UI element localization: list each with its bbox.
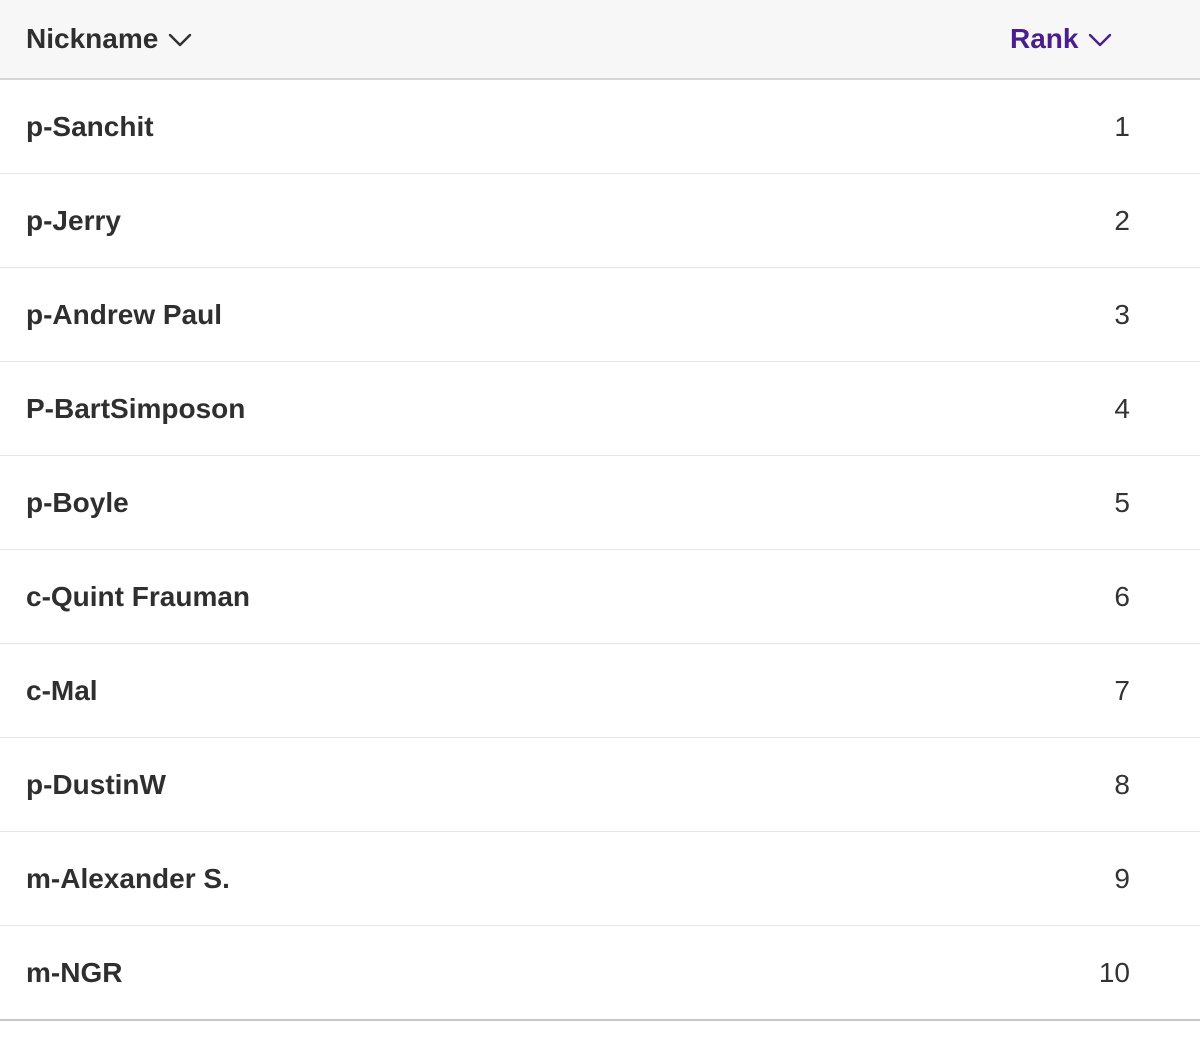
table-row[interactable]: p-Boyle 5 [0,456,1200,550]
rank-cell: 2 [1114,204,1130,236]
chevron-down-icon [1089,33,1112,47]
leaderboard-table: Nickname Rank p-Sanchit 1 p-Jerry 2 p-An… [0,0,1200,1040]
table-row[interactable]: c-Mal 7 [0,644,1200,738]
table-row[interactable]: c-Quint Frauman 6 [0,550,1200,644]
rank-cell: 6 [1114,580,1130,612]
sort-by-rank-header[interactable]: Rank [1010,0,1112,78]
nickname-cell: m-NGR [26,956,123,988]
rank-cell: 10 [1098,956,1130,988]
nickname-cell: p-Andrew Paul [26,298,223,330]
table-row[interactable]: p-Andrew Paul 3 [0,268,1200,362]
nickname-cell: p-Boyle [26,486,129,518]
table-header: Nickname Rank [0,0,1200,80]
rank-cell: 3 [1114,298,1130,330]
rank-cell: 4 [1114,392,1130,424]
nickname-cell: c-Quint Frauman [26,580,251,612]
nickname-cell: p-Jerry [26,204,121,236]
rank-cell: 9 [1114,862,1130,894]
chevron-down-icon [169,33,192,47]
rank-column-label: Rank [1010,23,1079,54]
sort-by-nickname-header[interactable]: Nickname [26,0,192,78]
table-row[interactable]: m-Alexander S. 9 [0,832,1200,926]
table-row[interactable]: p-DustinW 8 [0,738,1200,832]
nickname-cell: c-Mal [26,674,98,706]
table-row[interactable]: P-BartSimposon 4 [0,362,1200,456]
rank-cell: 7 [1114,674,1130,706]
table-row[interactable]: p-Jerry 2 [0,174,1200,268]
nickname-column-label: Nickname [26,23,159,54]
rank-cell: 1 [1114,110,1130,142]
nickname-cell: m-Alexander S. [26,862,230,894]
table-row[interactable]: m-NGR 10 [0,926,1200,1021]
table-body: p-Sanchit 1 p-Jerry 2 p-Andrew Paul 3 P-… [0,80,1200,1021]
rank-cell: 8 [1114,768,1130,800]
nickname-cell: p-Sanchit [26,110,154,142]
nickname-cell: p-DustinW [26,768,166,800]
rank-cell: 5 [1114,486,1130,518]
nickname-cell: P-BartSimposon [26,392,246,424]
table-row[interactable]: p-Sanchit 1 [0,80,1200,174]
